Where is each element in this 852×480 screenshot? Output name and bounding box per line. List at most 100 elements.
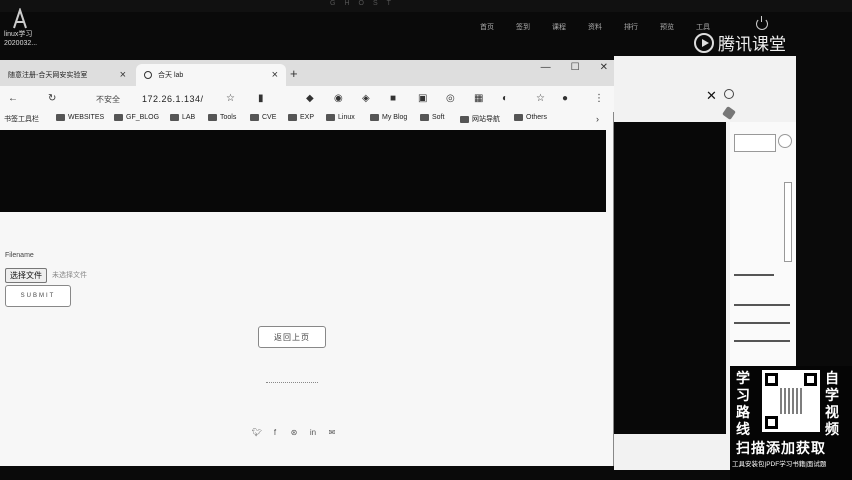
menu-item[interactable]: 签到 [516, 22, 530, 32]
profile-icon[interactable]: ● [562, 93, 568, 104]
bookmark-item[interactable]: 书签工具栏 [4, 114, 39, 124]
qr-code[interactable] [762, 370, 820, 432]
chevron-right-icon[interactable]: › [596, 114, 599, 124]
back-button[interactable]: 返回上页 [258, 326, 326, 348]
new-tab-icon[interactable]: + [290, 66, 298, 81]
extension-icon[interactable]: ▦ [474, 93, 483, 104]
security-status[interactable]: 不安全 [96, 94, 120, 105]
background-dark-panel [614, 122, 726, 434]
divider [734, 304, 790, 306]
bookmark-item[interactable]: Linux [326, 114, 355, 121]
tab-label: 合天 lab [158, 72, 184, 79]
bookmark-label: LAB [182, 114, 196, 121]
bookmark-item[interactable]: My Blog [370, 114, 407, 121]
brand-logo: 腾讯课堂 [694, 30, 786, 55]
mail-icon[interactable]: ✉ [328, 428, 336, 437]
bookmark-label: 书签工具栏 [4, 116, 39, 123]
folder-icon [170, 114, 179, 121]
folder-icon [288, 114, 297, 121]
bookmark-label: Linux [338, 114, 355, 121]
extension-icon[interactable]: ◈ [362, 93, 370, 104]
back-arrow-icon[interactable]: ← [8, 93, 18, 104]
bookmark-star-icon[interactable]: ☆ [536, 93, 545, 104]
tab-label: 随意注册-合天网安实验室 [8, 72, 88, 79]
bookmark-item[interactable]: LAB [170, 114, 195, 121]
social-links: 🐦︎ f ⊛ in ✉ [252, 428, 336, 437]
promo-right-text: 自 学 视 频 [825, 370, 839, 438]
folder-icon [370, 114, 379, 121]
bookmark-label: Tools [220, 114, 237, 121]
menu-item[interactable]: 课程 [552, 22, 566, 32]
close-icon[interactable]: × [120, 69, 126, 81]
close-icon[interactable]: ✕ [600, 62, 608, 73]
scrollbar[interactable] [784, 182, 792, 262]
extension-icon[interactable]: ◆ [306, 93, 314, 104]
promo-char: 视 [825, 404, 839, 420]
menu-item[interactable]: 首页 [480, 22, 494, 32]
bookmark-item[interactable]: Tools [208, 114, 236, 121]
tag-icon[interactable] [722, 106, 736, 120]
bookmark-item[interactable]: Others [514, 114, 547, 121]
bookmark-label: EXP [300, 114, 315, 121]
extension-icon[interactable]: ◉ [334, 93, 343, 104]
promo-char: 习 [736, 387, 750, 403]
menu-icon[interactable]: ⋮ [594, 93, 604, 104]
promo-char: 线 [736, 421, 750, 437]
qr-pattern [780, 388, 804, 414]
submit-button[interactable]: SUBMIT [5, 285, 71, 307]
desktop-menu: 首页 签到 课程 资料 排行 预览 工具 [480, 22, 710, 32]
globe-icon [144, 71, 152, 79]
bookmark-item[interactable]: 网站导航 [460, 114, 500, 124]
filename-label: Filename [5, 252, 34, 259]
bookmark-item[interactable]: WEBSITES [56, 114, 104, 121]
promo-char: 学 [736, 370, 750, 386]
menu-item[interactable]: 资料 [588, 22, 602, 32]
clock-icon[interactable] [724, 89, 734, 99]
bookmark-label: Soft [432, 114, 445, 121]
tab-inactive[interactable]: 随意注册-合天网安实验室 × [0, 64, 134, 86]
minimize-icon[interactable]: — [541, 62, 551, 73]
menu-item[interactable]: 预览 [660, 22, 674, 32]
power-icon[interactable] [756, 16, 768, 30]
facebook-icon[interactable]: f [271, 428, 279, 437]
extension-icon[interactable]: ▮ [258, 93, 264, 104]
reload-icon[interactable]: ↻ [48, 93, 56, 104]
qr-corner [804, 373, 817, 386]
help-icon[interactable] [778, 134, 792, 148]
folder-icon [514, 114, 523, 121]
twitter-icon[interactable]: 🐦︎ [252, 428, 262, 437]
linkedin-icon[interactable]: in [309, 428, 317, 437]
desktop-icon-linux[interactable]: linux学习 2020032... [4, 8, 44, 48]
promo-char: 路 [736, 404, 750, 420]
extension-icon[interactable]: ▣ [418, 93, 427, 104]
folder-icon [56, 114, 65, 121]
folder-icon [460, 115, 469, 123]
dribbble-icon[interactable]: ⊛ [290, 428, 298, 437]
divider [734, 274, 774, 276]
brand-text: 腾讯课堂 [718, 35, 786, 54]
choose-file-button[interactable]: 选择文件 [5, 268, 47, 283]
bookmark-item[interactable]: EXP [288, 114, 314, 121]
close-icon[interactable]: × [272, 69, 278, 81]
bookmark-item[interactable]: Soft [420, 114, 444, 121]
close-icon[interactable]: ✕ [706, 88, 717, 104]
bookmark-item[interactable]: GF_BLOG [114, 114, 159, 121]
sidebar-box [734, 134, 776, 152]
folder-icon [208, 114, 217, 121]
folder-icon [114, 114, 123, 121]
star-icon[interactable]: ☆ [226, 93, 235, 104]
extension-icon[interactable]: ■ [390, 93, 396, 104]
qr-corner [765, 416, 778, 429]
extension-icon[interactable]: ◎ [446, 93, 455, 104]
tab-bar: 随意注册-合天网安实验室 × 合天 lab × + — ☐ ✕ [0, 60, 614, 86]
extension-icon[interactable]: ◐ [502, 93, 508, 104]
bookmark-label: CVE [262, 114, 277, 121]
tab-active[interactable]: 合天 lab × [136, 64, 286, 86]
maximize-icon[interactable]: ☐ [571, 62, 580, 73]
menu-item[interactable]: 排行 [624, 22, 638, 32]
promo-left-text: 学 习 路 线 [736, 370, 750, 438]
url-input[interactable]: 172.26.1.134/ [142, 94, 204, 104]
bookmark-item[interactable]: CVE [250, 114, 276, 121]
divider [734, 322, 790, 324]
qr-promo: 学 习 路 线 自 学 视 频 扫描添加获取 工具安装包|PDF学习书籍|面试题 [730, 366, 852, 480]
